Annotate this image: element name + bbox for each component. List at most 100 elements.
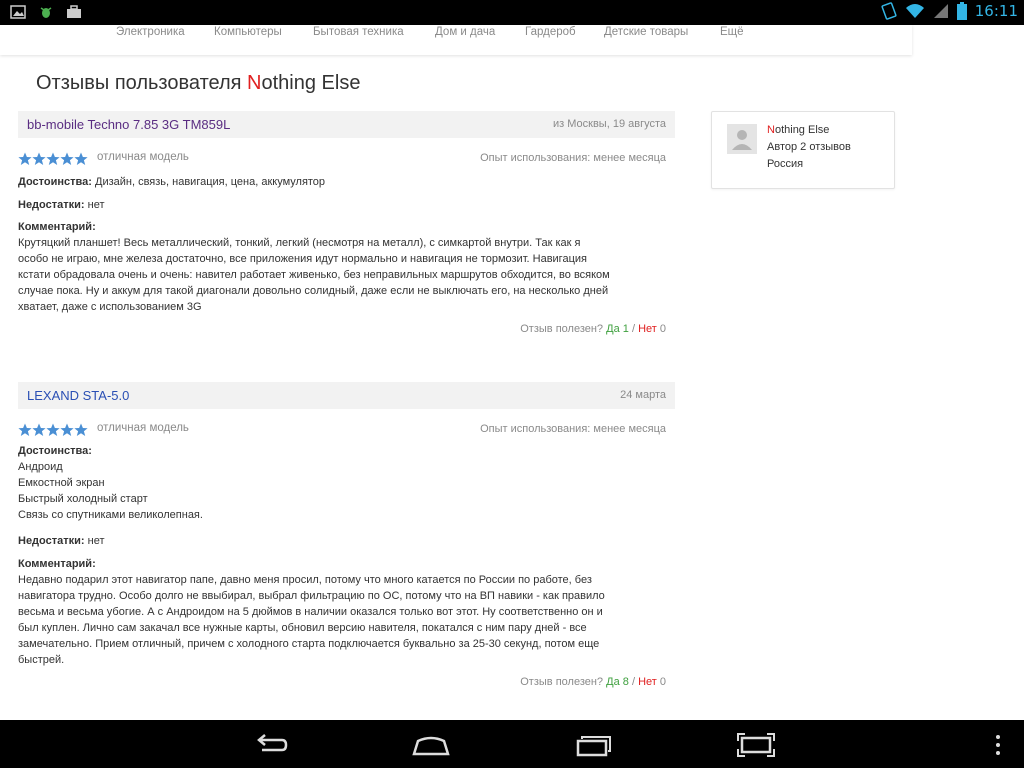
comment-line: особо не играю, мне железа достаточно, в…: [18, 253, 587, 265]
comment-label: Комментарий:: [18, 558, 96, 570]
bug-icon: [40, 7, 52, 18]
image-icon: [10, 5, 26, 19]
rating-stars: [18, 152, 88, 166]
review-product-link[interactable]: LEXAND STA-5.0: [27, 388, 129, 403]
review-cons: Недостатки: нет: [18, 199, 105, 211]
category-appliances[interactable]: Бытовая техника: [313, 26, 404, 38]
review-pros: Достоинства: Андроид Емкостной экран Быс…: [18, 443, 663, 523]
rating-text: отличная модель: [97, 422, 189, 434]
review-comment: Комментарий: Крутяцкий планшет! Весь мет…: [18, 219, 663, 315]
review-pros: Достоинства: Дизайн, связь, навигация, ц…: [18, 176, 325, 188]
clock-time: 16:11: [974, 2, 1018, 20]
category-kids[interactable]: Детские товары: [604, 26, 688, 38]
comment-line: хватает, даже с использованием 3G: [18, 301, 202, 313]
back-icon[interactable]: [250, 732, 290, 758]
category-home-garden[interactable]: Дом и дача: [435, 26, 495, 38]
author-name-rest: othing Else: [774, 124, 830, 136]
star-icon: [32, 423, 46, 436]
review-product-link[interactable]: bb-mobile Techno 7.85 3G TM859L: [27, 117, 230, 132]
vote-separator: /: [631, 676, 636, 688]
briefcase-icon: [67, 5, 81, 18]
cons-text: нет: [87, 535, 105, 547]
vote-no-link[interactable]: Нет: [638, 676, 657, 688]
author-name-initial: N: [767, 124, 775, 136]
pros-text: Дизайн, связь, навигация, цена, аккумуля…: [95, 176, 326, 188]
pros-item: Андроид: [18, 461, 63, 473]
menu-icon[interactable]: [978, 732, 1018, 758]
navigation-bar: [0, 720, 1024, 768]
page-title: Отзывы пользователя Nothing Else: [36, 72, 360, 95]
comment-line: Недавно подарил этот навигатор папе, дав…: [18, 574, 592, 586]
recents-icon[interactable]: [574, 732, 614, 758]
comment-label: Комментарий:: [18, 221, 96, 233]
comment-line: быстрей.: [18, 654, 65, 666]
pros-label: Достоинства:: [18, 445, 92, 457]
helpful-label: Отзыв полезен?: [520, 323, 604, 335]
cons-label: Недостатки:: [18, 199, 85, 211]
review-header: LEXAND STA-5.0 24 марта: [18, 382, 675, 409]
category-computers[interactable]: Компьютеры: [214, 26, 282, 38]
cons-text: нет: [87, 199, 105, 211]
category-electronics[interactable]: Электроника: [116, 26, 185, 38]
helpful-vote: Отзыв полезен? Да 8 / Нет 0: [520, 676, 666, 688]
review-cons: Недостатки: нет: [18, 535, 105, 547]
avatar: [727, 124, 757, 154]
review-meta: 24 марта: [620, 389, 666, 401]
category-wardrobe[interactable]: Гардероб: [525, 26, 576, 38]
star-icon: [46, 152, 60, 165]
comment-line: случае пока. Ну и аккум для такой диагон…: [18, 285, 609, 297]
comment-line: был куплен. Лично сам закачал все нужные…: [18, 622, 587, 634]
category-more[interactable]: Ещё: [720, 26, 744, 38]
rating-stars: [18, 423, 88, 437]
star-icon: [46, 423, 60, 436]
helpful-label: Отзыв полезен?: [520, 676, 604, 688]
vote-yes-link[interactable]: Да: [606, 676, 620, 688]
comment-line: замечательно. Прием отличный, причем с х…: [18, 638, 600, 650]
vote-separator: /: [631, 323, 636, 335]
star-icon: [60, 152, 74, 165]
review-comment: Комментарий: Недавно подарил этот навига…: [18, 556, 663, 668]
helpful-vote: Отзыв полезен? Да 1 / Нет 0: [520, 323, 666, 335]
author-card: Nothing Else Автор 2 отзывов Россия: [711, 111, 895, 189]
status-bar: 16:11: [0, 0, 1024, 25]
pros-item: Связь со спутниками великолепная.: [18, 509, 203, 521]
page-title-prefix: Отзывы пользователя: [36, 72, 248, 94]
author-name-link[interactable]: Nothing Else: [767, 124, 829, 136]
pros-item: Быстрый холодный старт: [18, 493, 148, 505]
screenshot-icon[interactable]: [736, 732, 776, 758]
review-header: bb-mobile Techno 7.85 3G TM859L из Москв…: [18, 111, 675, 138]
user-silhouette-icon: [732, 130, 752, 150]
rating-text: отличная модель: [97, 151, 189, 163]
review-meta: из Москвы, 19 августа: [553, 118, 666, 130]
vote-no-link[interactable]: Нет: [638, 323, 657, 335]
signal-icon: [933, 4, 948, 18]
category-menu: Электроника Компьютеры Бытовая техника Д…: [0, 25, 912, 55]
page-title-user-initial: N: [247, 72, 262, 94]
vote-no-count: 0: [659, 676, 666, 688]
vote-yes-link[interactable]: Да: [606, 323, 620, 335]
comment-line: навигатора трудно. Особо долго не ввыбир…: [18, 590, 605, 602]
usage-period: Опыт использования: менее месяца: [480, 423, 666, 435]
pros-item: Емкостной экран: [18, 477, 105, 489]
vote-no-count: 0: [659, 323, 666, 335]
author-review-count: Автор 2 отзывов: [767, 141, 851, 153]
star-icon: [60, 423, 74, 436]
usage-period: Опыт использования: менее месяца: [480, 152, 666, 164]
cons-label: Недостатки:: [18, 535, 85, 547]
comment-line: Крутяцкий планшет! Весь металлический, т…: [18, 237, 581, 249]
star-icon: [32, 152, 46, 165]
star-icon: [18, 423, 32, 436]
home-icon[interactable]: [411, 732, 451, 758]
comment-line: кстати обрадовала очень и очень: навител…: [18, 269, 610, 281]
star-icon: [74, 152, 88, 165]
screen-rotate-icon: [881, 2, 897, 20]
vote-yes-count: 1: [622, 323, 629, 335]
page-title-user-rest: othing Else: [261, 72, 361, 94]
star-icon: [18, 152, 32, 165]
star-icon: [74, 423, 88, 436]
battery-icon: [956, 2, 967, 20]
pros-label: Достоинства:: [18, 176, 92, 188]
vote-yes-count: 8: [622, 676, 629, 688]
comment-line: весьма и весьма убогие. А с Андроидом на…: [18, 606, 603, 618]
wifi-icon: [905, 4, 924, 18]
